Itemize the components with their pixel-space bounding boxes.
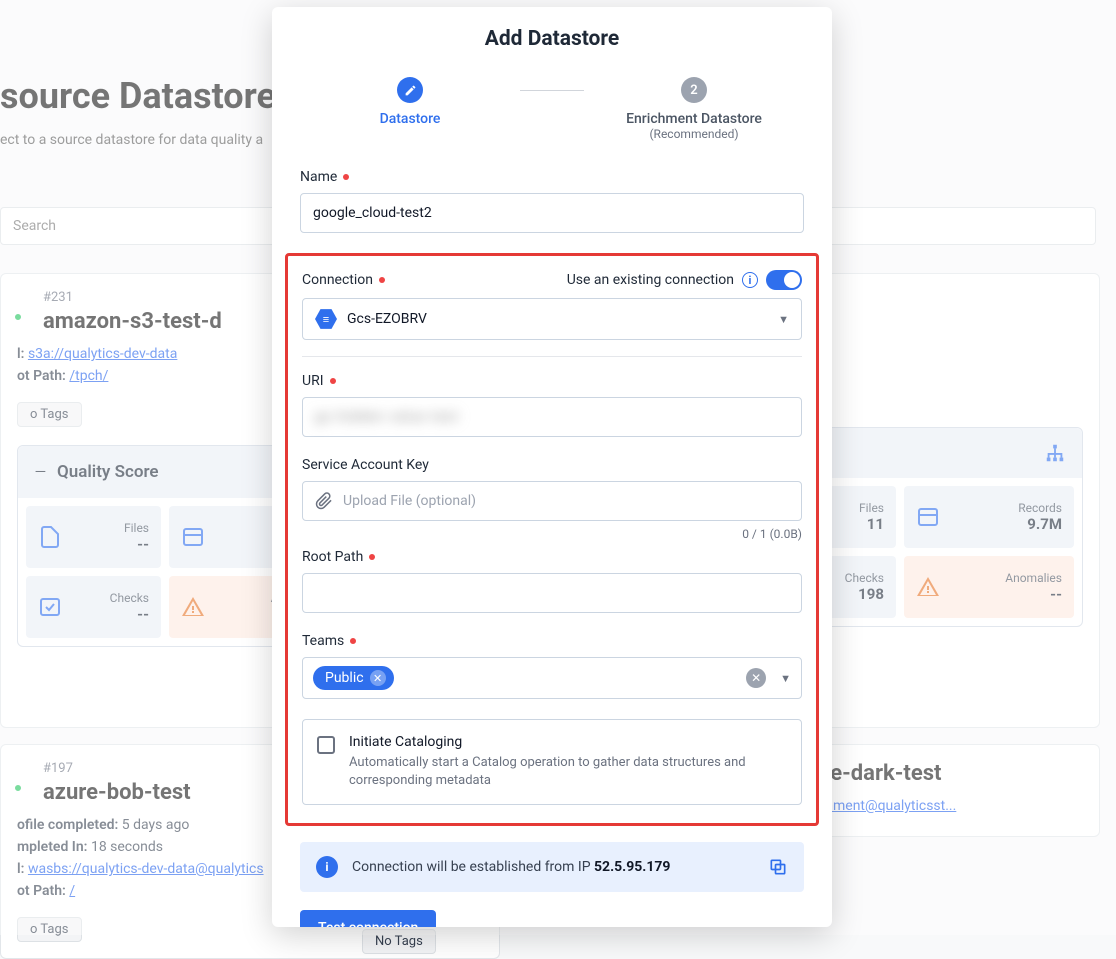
connection-select[interactable]: ≡ Gcs-EZOBRV ▼ [302, 298, 802, 340]
stepper: Datastore 2 Enrichment Datastore (Recomm… [300, 77, 804, 141]
highlighted-section: Connection Use an existing connection i … [285, 253, 819, 826]
name-label: Name [300, 169, 337, 185]
root-path-label: Root Path [302, 549, 363, 565]
clear-all-icon[interactable]: ✕ [746, 668, 766, 688]
uri-label: URI [302, 373, 324, 389]
sak-label: Service Account Key [302, 457, 429, 473]
uri-input[interactable]: gs hidden value text [302, 397, 802, 437]
catalog-checkbox[interactable] [317, 736, 335, 754]
info-icon[interactable]: i [742, 272, 758, 288]
chevron-down-icon: ▼ [778, 313, 789, 326]
team-chip-public[interactable]: Public ✕ [313, 666, 394, 690]
pencil-icon [404, 84, 417, 97]
modal-title: Add Datastore [300, 27, 804, 51]
initiate-cataloging-option[interactable]: Initiate Cataloging Automatically start … [302, 719, 802, 805]
paperclip-icon [315, 492, 333, 510]
chevron-down-icon: ▼ [780, 672, 791, 685]
name-input[interactable] [300, 193, 804, 233]
root-path-input[interactable] [302, 573, 802, 613]
file-hint: 0 / 1 (0.0B) [302, 527, 802, 541]
step-datastore[interactable]: Datastore [300, 77, 520, 127]
teams-label: Teams [302, 633, 344, 649]
info-icon: i [316, 856, 338, 878]
ip-info-banner: i Connection will be established from IP… [300, 842, 804, 892]
test-connection-button[interactable]: Test connection [300, 910, 436, 927]
teams-select[interactable]: Public ✕ ✕ ▼ [302, 657, 802, 699]
use-existing-label: Use an existing connection [567, 272, 734, 288]
connection-label: Connection [302, 272, 373, 288]
remove-chip-icon[interactable]: ✕ [370, 670, 386, 686]
copy-icon[interactable] [768, 857, 788, 877]
use-existing-toggle[interactable] [766, 270, 802, 290]
step-enrichment[interactable]: 2 Enrichment Datastore (Recommended) [584, 77, 804, 141]
service-account-upload[interactable]: Upload File (optional) [302, 481, 802, 521]
gcs-icon: ≡ [315, 308, 337, 330]
add-datastore-modal: Add Datastore Datastore 2 Enrichment Dat… [272, 7, 832, 927]
